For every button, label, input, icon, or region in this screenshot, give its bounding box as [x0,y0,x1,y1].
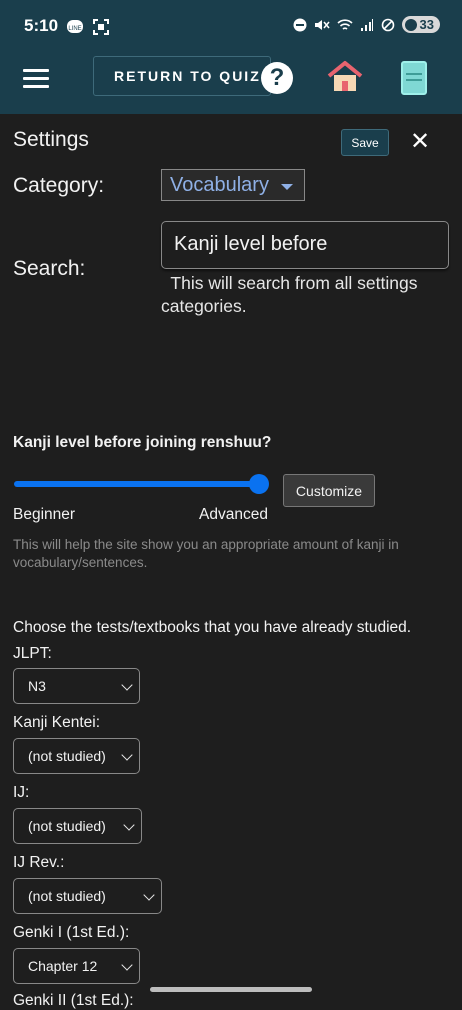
chevron-down-icon [143,889,155,901]
ij-rev-select[interactable]: (not studied) [13,878,162,914]
ij-select[interactable]: (not studied) [13,808,142,844]
slider-max-label: Advanced [199,506,268,523]
save-button[interactable]: Save [341,129,389,156]
genki-1-value: Chapter 12 [28,958,98,974]
slider-min-label: Beginner [13,506,76,523]
category-select[interactable]: Vocabulary [161,169,305,201]
status-notification-icons: LINE [66,18,110,36]
ij-rev-value: (not studied) [28,888,106,904]
kanji-level-slider-track[interactable] [14,481,260,487]
kanji-kentei-label: Kanji Kentei: [13,714,101,731]
search-help-content: This will search from all settings categ… [161,273,418,316]
dnd-icon [293,18,307,31]
kanji-level-slider-thumb[interactable] [249,474,269,494]
caret-down-icon [281,184,293,190]
kanji-kentei-select[interactable]: (not studied) [13,738,140,774]
genki-1-label: Genki I (1st Ed.): [13,924,130,941]
jlpt-value: N3 [28,678,46,694]
settings-title: Settings [13,128,89,151]
search-help-text: This will search from all settings categ… [161,272,451,318]
book-icon[interactable] [401,61,427,95]
jlpt-label: JLPT: [13,645,52,662]
close-icon[interactable]: ✕ [410,127,430,156]
search-label: Search: [13,257,86,280]
category-label: Category: [13,174,105,197]
line-app-icon: LINE [67,20,83,33]
search-input[interactable]: Kanji level before [161,221,449,269]
svg-text:LINE: LINE [68,26,81,32]
screenshot-icon [93,19,109,35]
status-time: 5:10 [24,16,59,35]
tests-intro: Choose the tests/textbooks that you have… [13,619,412,636]
ij-value: (not studied) [28,818,106,834]
status-bar: 5:10 LINE 33 [0,0,462,56]
kanji-level-help: This will help the site show you an appr… [13,537,399,570]
chevron-down-icon [121,959,133,971]
wifi-icon [336,18,353,30]
menu-icon[interactable] [23,69,49,89]
customize-button[interactable]: Customize [283,474,375,507]
genki-1-select[interactable]: Chapter 12 [13,948,140,984]
app-header: RETURN TO QUIZ ? [0,56,462,114]
home-icon[interactable] [326,60,364,94]
blocked-icon [381,18,394,31]
home-indicator[interactable] [150,987,312,992]
status-system-icons: 33 [293,16,440,33]
ij-rev-label: IJ Rev.: [13,854,65,871]
genki-2-label: Genki II (1st Ed.): [13,992,134,1009]
battery-indicator: 33 [401,16,440,33]
signal-icon [360,18,373,31]
ij-label: IJ: [13,784,30,801]
help-icon[interactable]: ? [261,62,293,94]
kanji-level-question: Kanji level before joining renshuu? [13,434,272,451]
kanji-kentei-value: (not studied) [28,748,106,764]
return-to-quiz-button[interactable]: RETURN TO QUIZ [93,56,271,96]
jlpt-select[interactable]: N3 [13,668,140,704]
chevron-down-icon [121,749,133,761]
category-value: Vocabulary [170,174,269,196]
chevron-down-icon [121,679,133,691]
mute-icon [314,19,330,30]
chevron-down-icon [123,819,135,831]
